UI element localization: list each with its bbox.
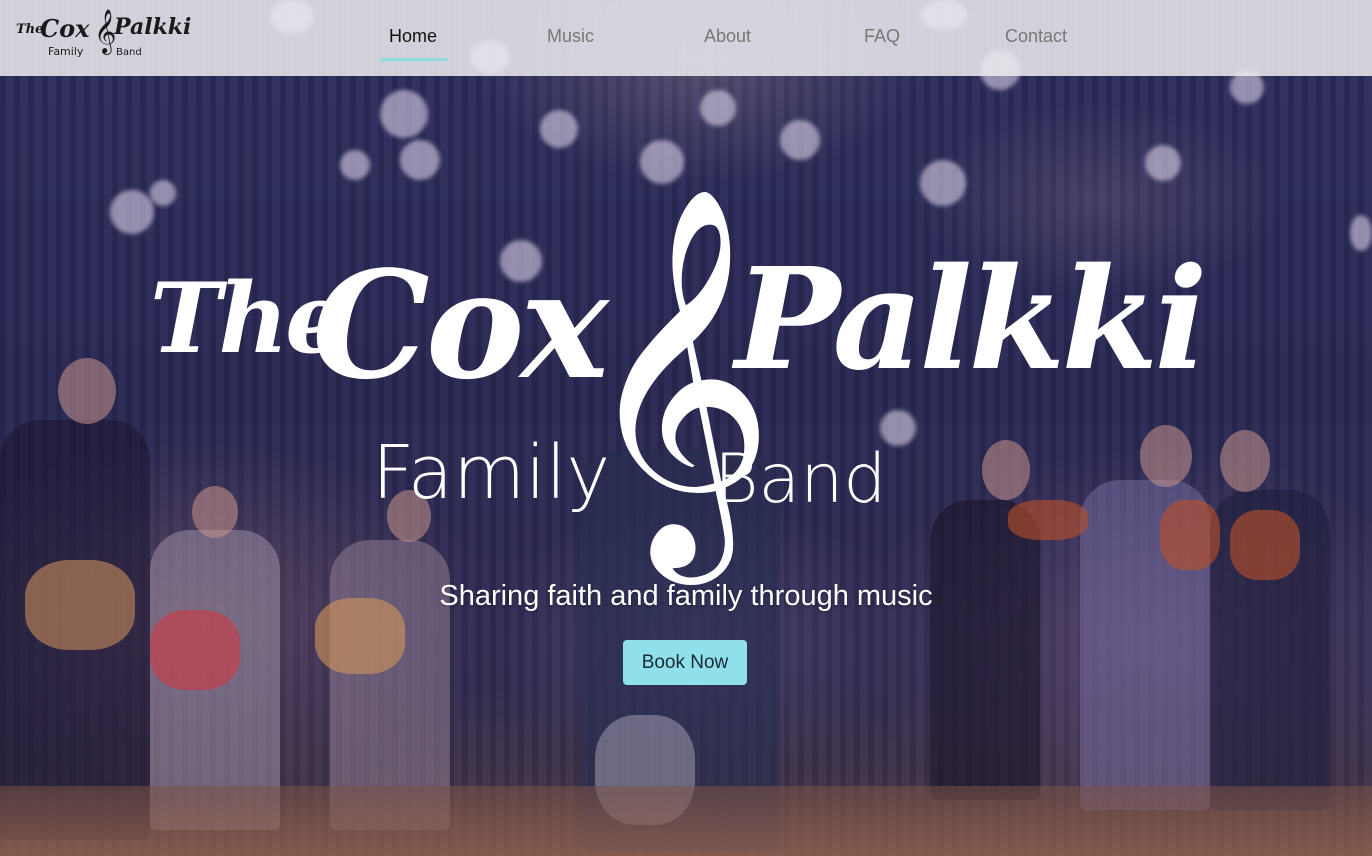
violin	[1008, 500, 1088, 540]
nav-music[interactable]: Music	[547, 26, 594, 47]
hero-tagline: Sharing faith and family through music	[439, 580, 933, 612]
performer-head	[192, 486, 238, 538]
hero-background	[0, 0, 1372, 856]
performer-silhouette	[930, 500, 1040, 800]
logo-palkki: Palkki	[114, 14, 192, 40]
bokeh-light	[1350, 215, 1372, 251]
bokeh-light	[640, 140, 684, 184]
nav-about[interactable]: About	[704, 26, 751, 47]
performer-head	[387, 490, 431, 542]
bokeh-light	[110, 190, 154, 234]
violin	[1230, 510, 1300, 580]
performer-head	[1140, 425, 1192, 487]
bokeh-light	[700, 90, 736, 126]
logo-family: Family	[48, 45, 84, 58]
bokeh-light	[500, 240, 542, 282]
book-now-button[interactable]: Book Now	[623, 640, 747, 685]
site-logo[interactable]: The Cox 𝄞 Palkki Family Band	[16, 12, 191, 64]
top-navbar: The Cox 𝄞 Palkki Family Band Home Music …	[0, 0, 1372, 76]
logo-cox: Cox	[40, 14, 90, 43]
stage-floor	[0, 786, 1372, 856]
bokeh-light	[880, 410, 916, 446]
bokeh-light	[150, 180, 176, 206]
nav-faq[interactable]: FAQ	[864, 26, 900, 47]
active-nav-indicator	[380, 58, 448, 61]
bokeh-light	[340, 150, 370, 180]
performer-head	[982, 440, 1030, 500]
bokeh-light	[920, 160, 966, 206]
bokeh-light	[1145, 145, 1181, 181]
logo-band: Band	[116, 47, 142, 58]
performer-head	[58, 358, 116, 424]
nav-contact[interactable]: Contact	[1005, 26, 1067, 47]
performer-head	[1220, 430, 1270, 492]
electric-guitar	[150, 610, 240, 690]
bokeh-light	[780, 120, 820, 160]
nav-home[interactable]: Home	[389, 26, 437, 47]
violin	[1160, 500, 1220, 570]
bokeh-light	[540, 110, 578, 148]
bokeh-light	[400, 140, 440, 180]
bokeh-light	[380, 90, 428, 138]
